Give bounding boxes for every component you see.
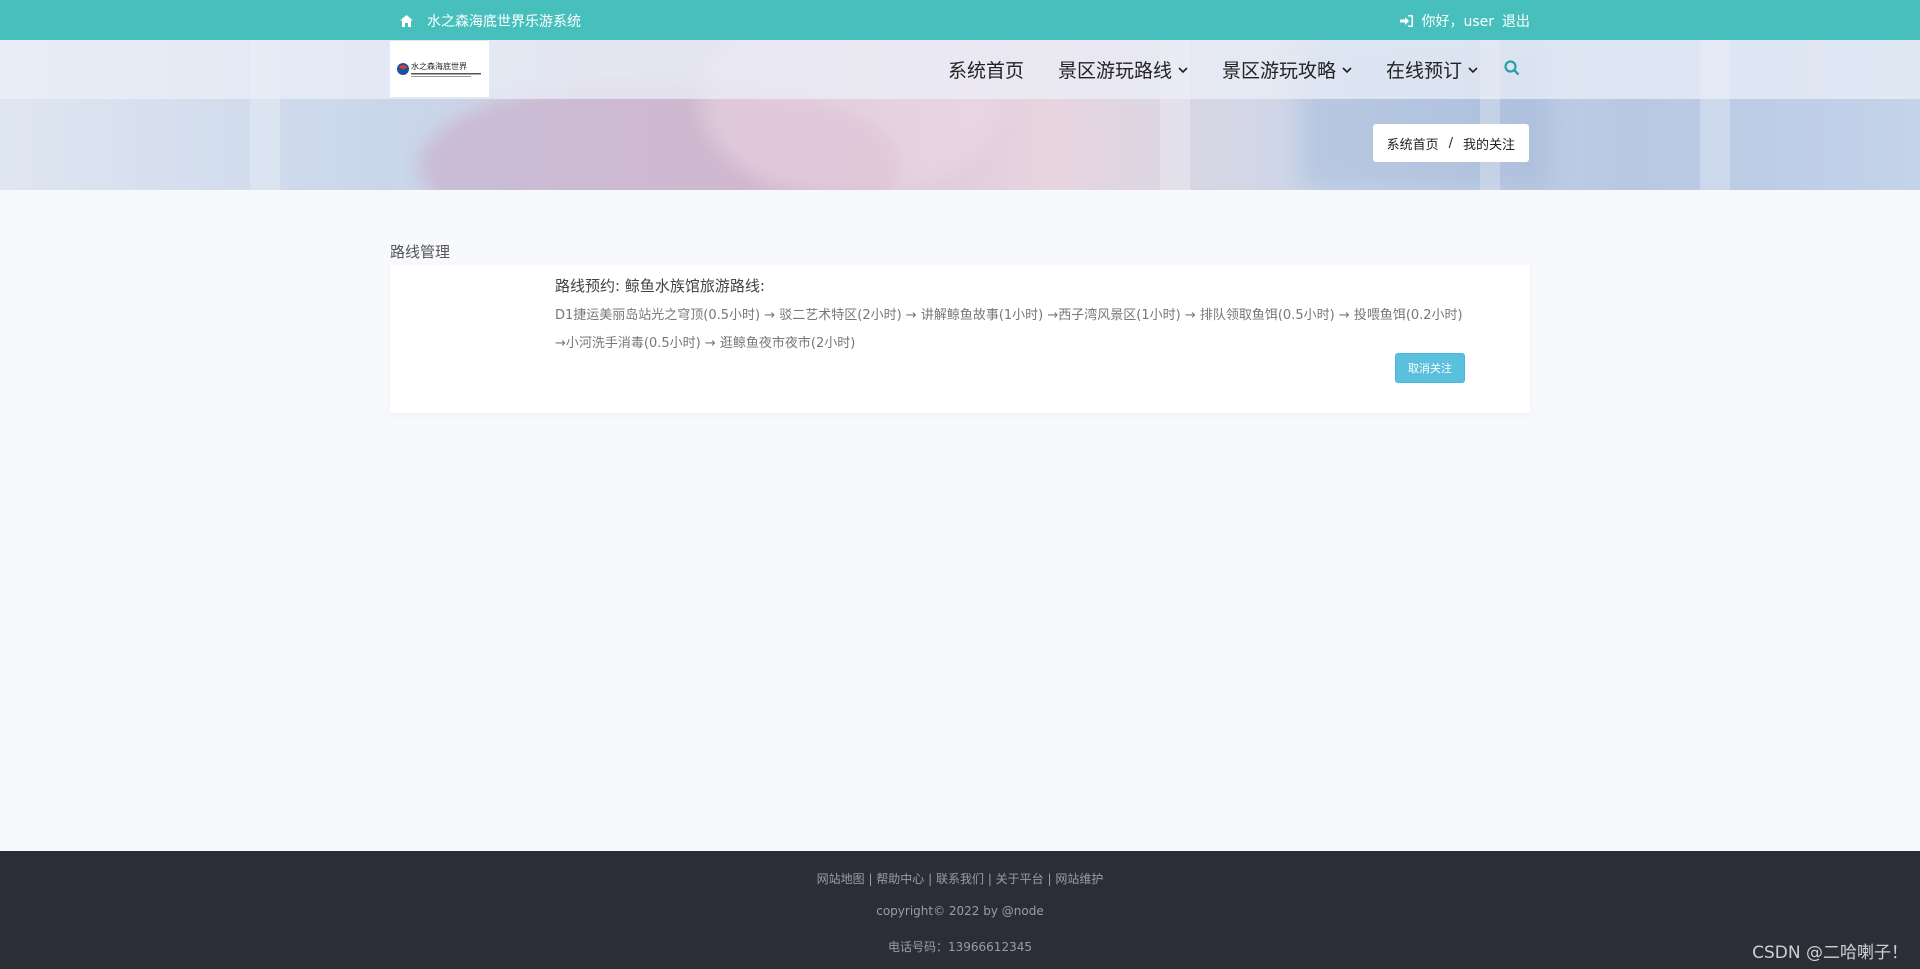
top-bar: 水之森海底世界乐游系统 你好，user 退出 [0,0,1920,40]
nav-item-label: 景区游玩攻略 [1221,60,1336,82]
footer: 网站地图 | 帮助中心 | 联系我们 | 关于平台 | 网站维护 copyrig… [0,851,1920,969]
footer-separator: | [1043,872,1056,886]
nav-item-routes[interactable]: 景区游玩路线 [1058,56,1188,83]
footer-separator: | [984,872,996,886]
breadcrumb: 系统首页 / 我的关注 [1372,124,1529,162]
home-icon[interactable] [400,15,413,27]
nav-item-label: 景区游玩路线 [1057,60,1172,82]
footer-link-help[interactable]: 帮助中心 [876,872,924,886]
chevron-down-icon [1178,66,1188,73]
footer-link-maintenance[interactable]: 网站维护 [1055,872,1103,886]
nav-item-booking[interactable]: 在线预订 [1386,56,1478,83]
footer-links: 网站地图 | 帮助中心 | 联系我们 | 关于平台 | 网站维护 [0,870,1920,887]
logo-text: 水之森海底世界 [411,61,467,71]
nav-item-label: 系统首页 [947,60,1024,82]
route-description: D1捷运美丽岛站光之穹顶(0.5小时) → 驳二艺术特区(2小时) → 讲解鲸鱼… [555,308,1463,351]
site-logo[interactable]: 水之森海底世界 [390,41,489,97]
watermark: CSDN @二哈喇子！ [1752,943,1908,963]
route-title[interactable]: 路线预约: 鲸鱼水族馆旅游路线: [555,275,765,296]
footer-link-about[interactable]: 关于平台 [996,872,1044,886]
navbar: 水之森海底世界 系统首页 景区游玩路线 景区游玩攻略 在线预订 [0,40,1920,99]
chevron-down-icon [1468,66,1478,73]
nav-item-label: 在线预订 [1385,60,1462,82]
main-nav: 系统首页 景区游玩路线 景区游玩攻略 在线预订 [914,56,1520,83]
user-area: 你好，user 退出 [1400,11,1530,31]
user-greeting: 你好，user [1421,14,1494,30]
footer-link-sitemap[interactable]: 网站地图 [817,872,865,886]
nav-item-guides[interactable]: 景区游玩攻略 [1222,56,1352,83]
unfollow-button[interactable]: 取消关注 [1395,353,1465,383]
footer-separator: | [864,872,877,886]
site-title[interactable]: 水之森海底世界乐游系统 [427,11,581,31]
hero-banner: 水之森海底世界 系统首页 景区游玩路线 景区游玩攻略 在线预订 系统首页 / 我… [0,40,1920,190]
footer-phone: 电话号码：13966612345 [888,940,1032,954]
breadcrumb-separator: / [1448,135,1453,151]
footer-separator: | [924,872,936,886]
breadcrumb-current: 我的关注 [1462,137,1515,153]
chevron-down-icon [1342,66,1352,73]
section-title: 路线管理 [390,243,451,261]
footer-link-contact[interactable]: 联系我们 [936,872,984,886]
route-card: 路线预约: 鲸鱼水族馆旅游路线: D1捷运美丽岛站光之穹顶(0.5小时) → 驳… [390,265,1530,413]
breadcrumb-home[interactable]: 系统首页 [1387,134,1439,153]
search-icon[interactable] [1504,59,1520,80]
nav-item-home[interactable]: 系统首页 [948,56,1024,83]
site-title-group: 水之森海底世界乐游系统 [400,11,581,31]
sign-in-icon [1400,15,1414,27]
footer-copyright: copyright© 2022 by @node [876,904,1044,918]
logout-link[interactable]: 退出 [1502,11,1530,31]
